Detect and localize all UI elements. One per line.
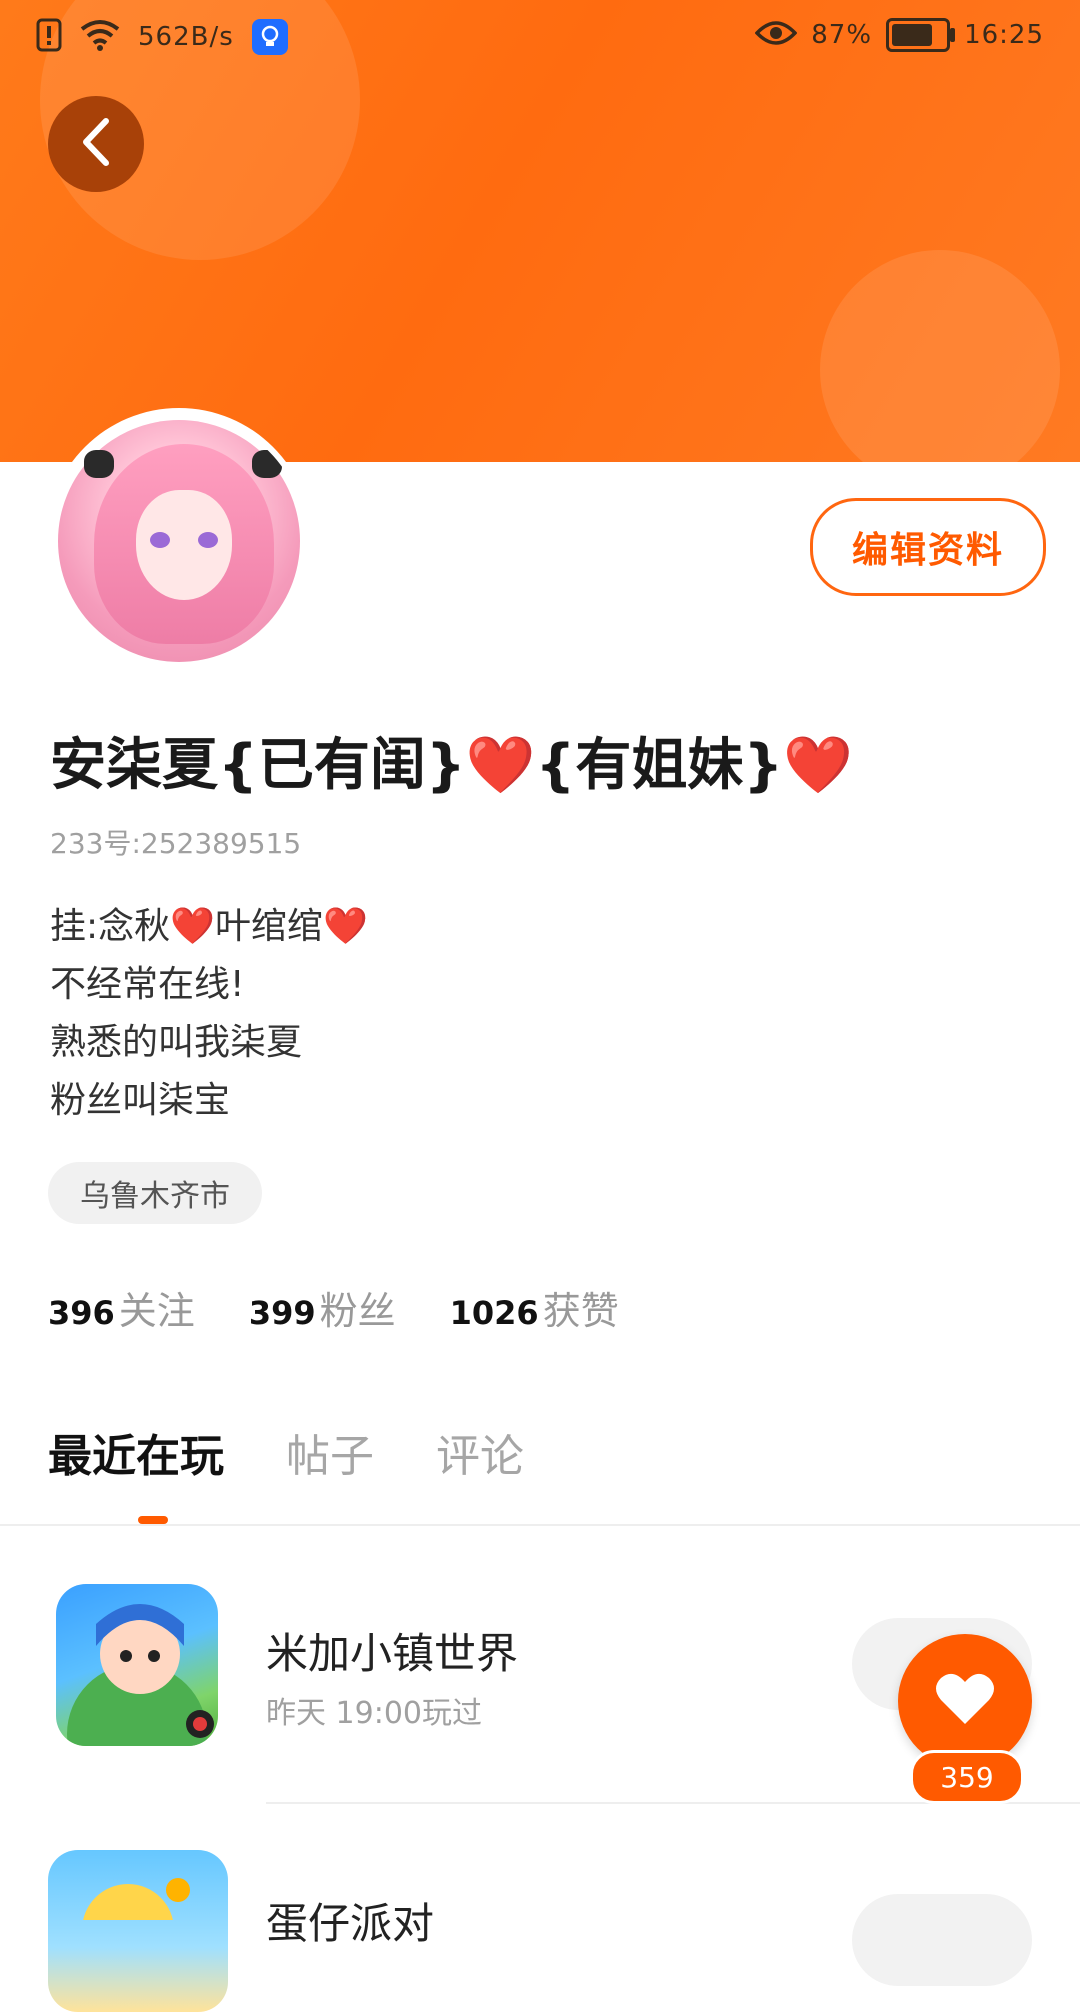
game-icon [48,1850,228,2012]
profile-uid: 233号:252389515 [50,827,302,860]
back-icon [76,117,116,171]
stat-following[interactable]: 396 关注 [48,1280,195,1335]
tab-comments[interactable]: 评论 [436,1420,524,1484]
game-last-played: 昨天 19:00玩过 [266,1696,482,1731]
game-list-item[interactable]: 蛋仔派对 [0,1850,1080,2012]
like-fab[interactable] [898,1634,1032,1768]
bio-line: 不经常在线! [50,964,245,1005]
game-title: 蛋仔派对 [266,1899,435,1948]
game-title: 米加小镇世界 [266,1629,519,1678]
profile-tabs: 最近在玩 帖子 评论 [48,1420,524,1484]
tab-posts[interactable]: 帖子 [286,1420,374,1484]
like-count-badge: 359 [910,1750,1024,1804]
bio-line: 挂:念秋❤️叶绾绾❤️ [50,906,368,947]
stat-label: 粉丝 [319,1289,396,1333]
battery-level [892,24,933,46]
header-decoration [820,250,1060,462]
avatar-eye [198,532,218,548]
avatar[interactable] [52,414,306,668]
stat-likes[interactable]: 1026 获赞 [450,1280,619,1335]
network-speed: 562B/s [138,22,234,52]
location-chip: 乌鲁木齐市 [48,1162,262,1224]
battery-icon [886,18,956,52]
stat-number: 399 [248,1294,316,1332]
status-bar: 562B/s 87% 16:25 [0,0,1080,80]
game-icon [56,1584,218,1746]
avatar-bow [84,450,114,478]
edit-profile-button[interactable]: 编辑资料 [810,498,1046,596]
avatar-face [136,490,232,600]
profile-bio: 挂:念秋❤️叶绾绾❤️ 不经常在线! 熟悉的叫我柒夏 粉丝叫柒宝 [50,898,368,1130]
stat-label: 获赞 [542,1289,619,1333]
play-button[interactable] [852,1894,1032,1986]
stat-number: 396 [48,1294,115,1332]
sim-alert-icon [36,18,62,56]
stat-number: 1026 [449,1294,539,1332]
avatar-eye [150,532,170,548]
stat-label: 关注 [118,1289,195,1333]
active-tab-indicator [138,1516,168,1524]
avatar-bow [252,450,282,478]
bulb-app-icon [251,19,288,55]
stat-followers[interactable]: 399 粉丝 [249,1280,396,1335]
avatar-image [58,420,300,662]
heart-icon [935,1672,995,1730]
profile-header: 562B/s 87% 16:25 [0,0,1080,462]
wifi-icon [80,19,120,55]
tabs-divider [0,1524,1080,1526]
bio-line: 粉丝叫柒宝 [50,1080,231,1121]
back-button[interactable] [48,96,144,192]
clock: 16:25 [964,20,1044,50]
eye-icon [754,19,798,51]
bio-line: 熟悉的叫我柒夏 [50,1022,303,1063]
profile-stats: 396 关注 399 粉丝 1026 获赞 [48,1280,619,1335]
battery-percent: 87% [811,20,873,50]
profile-name: 安柒夏{已有闺}❤️{有姐妹}❤️ [50,733,853,798]
tab-recently-played[interactable]: 最近在玩 [48,1420,224,1484]
